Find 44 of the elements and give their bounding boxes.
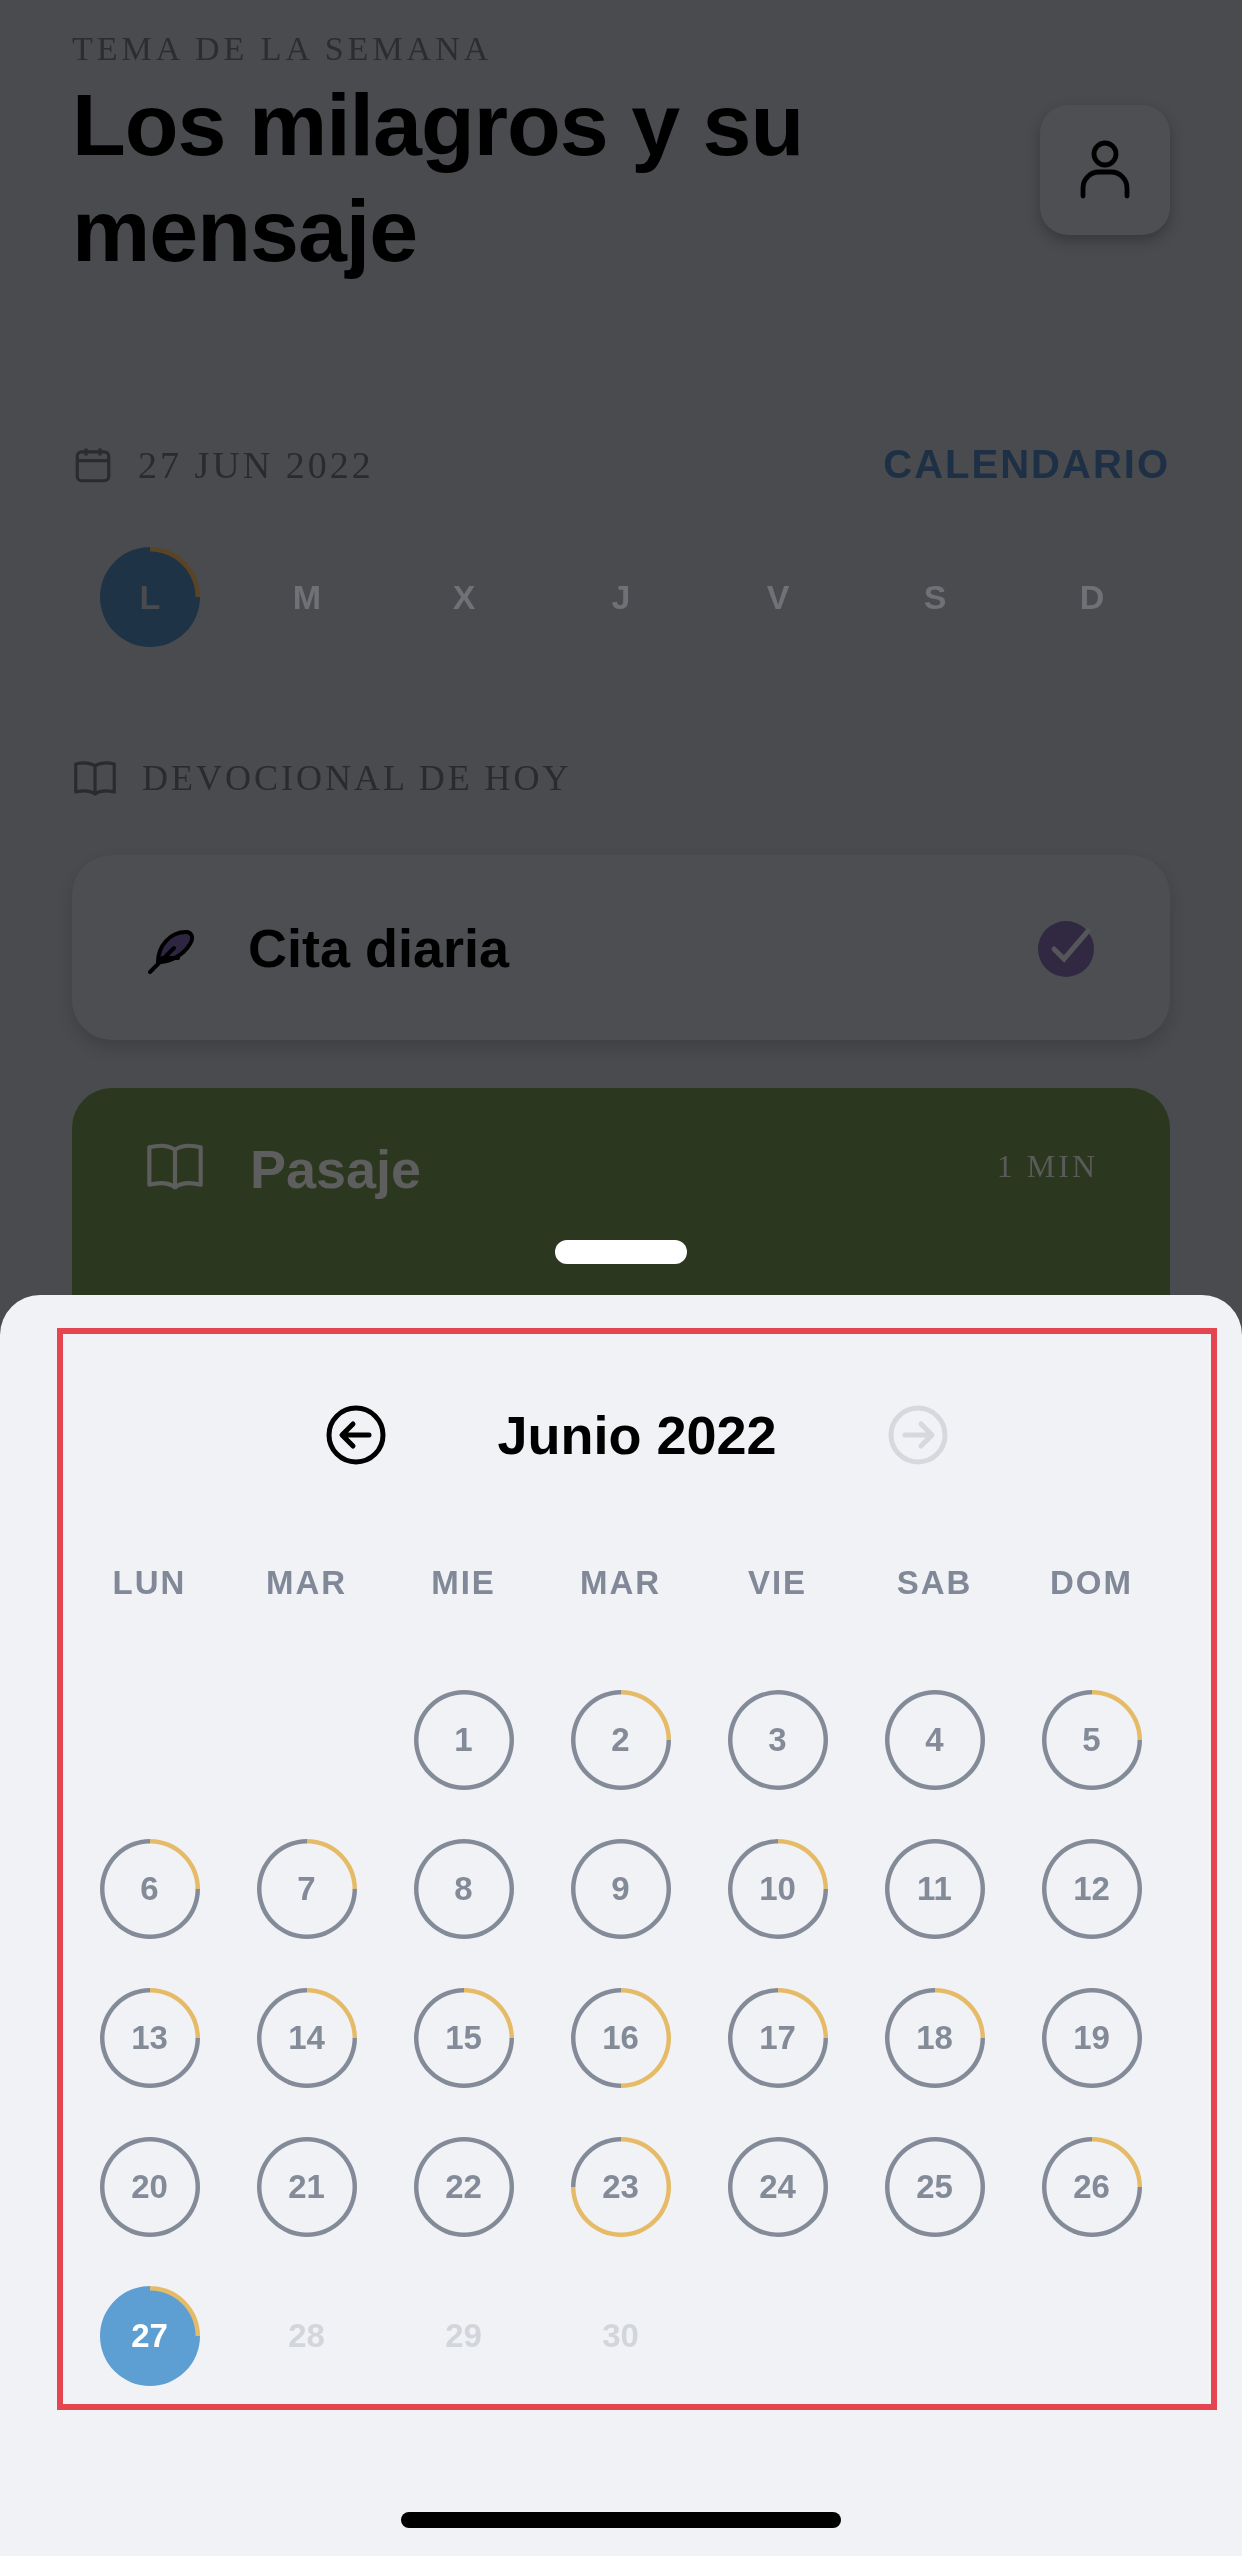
day-button[interactable]: 19 [1041,1988,1142,2088]
day-button[interactable]: 12 [1041,1839,1142,1939]
devotional-card[interactable]: Cita diaria [72,855,1170,1040]
day-button[interactable]: 5 [1041,1690,1142,1790]
devotional-card[interactable]: Pasaje 1 MIN [72,1088,1170,1295]
day-button[interactable]: 8 [413,1839,514,1939]
day-button[interactable]: 4 [884,1690,985,1790]
day-button[interactable]: 16 [570,1988,671,2088]
day-button[interactable]: 2 [570,1690,671,1790]
day-button[interactable]: 20 [99,2137,200,2237]
weekday-label: SAB [895,1564,974,1602]
day-button[interactable]: 24 [727,2137,828,2237]
day-button[interactable]: 7 [256,1839,357,1939]
day-button[interactable]: 27 [99,2286,200,2386]
day-button[interactable]: 15 [413,1988,514,2088]
day-button[interactable]: 26 [1041,2137,1142,2237]
day-button[interactable]: 6 [99,1839,200,1939]
day-button[interactable]: 1 [413,1690,514,1790]
day-button[interactable]: 17 [727,1988,828,2088]
previous-month-button[interactable] [325,1404,388,1466]
day-button[interactable]: 18 [884,1988,985,2088]
day-button[interactable]: 9 [570,1839,671,1939]
week-title: Los milagros y su mensaje [72,74,805,282]
weekday-label: LUN [111,1564,188,1602]
day-button[interactable]: 13 [99,1988,200,2088]
day-button[interactable]: 25 [884,2137,985,2237]
weekday-label: VIE [746,1564,809,1602]
day-button[interactable]: 11 [884,1839,985,1939]
card-title: Pasaje [250,1138,422,1200]
day-button[interactable]: 3 [727,1690,828,1790]
weekday-label: MAR [578,1564,663,1602]
day-button[interactable]: 14 [256,1988,357,2088]
day-button[interactable]: 23 [570,2137,671,2237]
day-button[interactable]: 21 [256,2137,357,2237]
day-button[interactable]: 10 [727,1839,828,1939]
month-title: Junio 2022 [497,1404,777,1466]
weekday-label: MIE [430,1564,497,1602]
card-title: Cita diaria [248,916,510,979]
duration-label: 1 MIN [996,1148,1098,1185]
weekday-label: MAR [264,1564,349,1602]
day-button[interactable]: 22 [413,2137,514,2237]
weekday-label: DOM [1049,1564,1134,1602]
sheet-handle[interactable] [555,1240,687,1264]
profile-button[interactable] [1040,105,1170,235]
